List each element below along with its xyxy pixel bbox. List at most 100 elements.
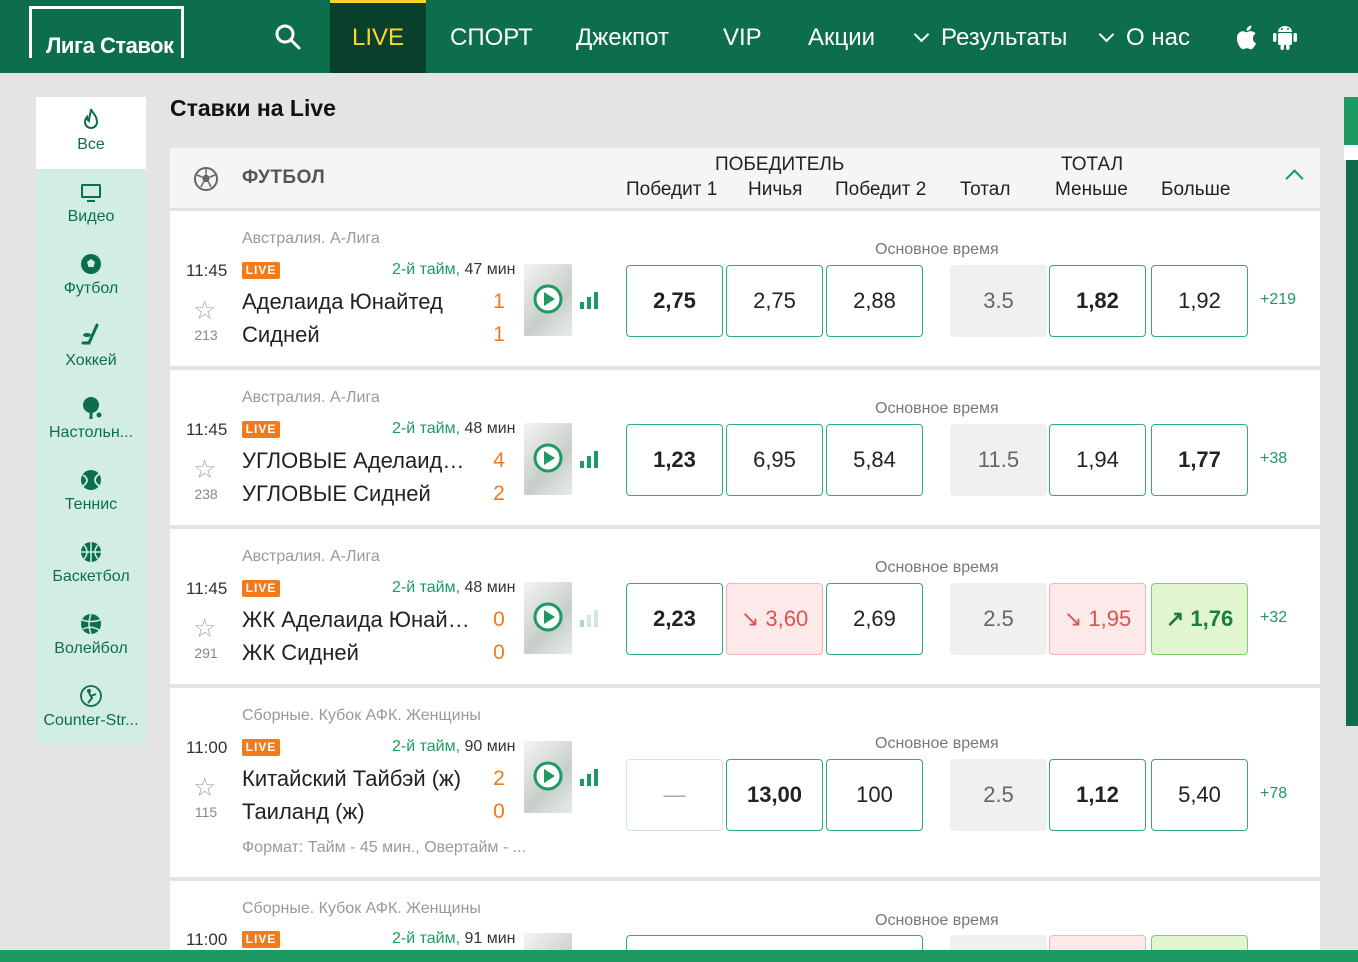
nav-promotions[interactable]: Акции — [808, 0, 875, 73]
sidebar-item-table-tennis[interactable]: Настольн... — [36, 385, 146, 457]
match-time: 11:45 — [186, 261, 228, 280]
team-home[interactable]: Китайский Тайбэй (ж) — [242, 766, 474, 792]
basketball-icon — [81, 542, 101, 562]
table-tennis-icon — [83, 397, 102, 419]
play-icon[interactable] — [532, 442, 564, 474]
odd-win1[interactable]: 1,23 — [626, 424, 723, 496]
sidebar-item-tennis[interactable]: Теннис — [36, 457, 146, 529]
odd-draw[interactable]: ↘ 3,60 — [726, 583, 823, 655]
video-thumbnail[interactable] — [524, 933, 572, 950]
stats-bars-icon[interactable] — [578, 767, 602, 787]
nav-vip[interactable]: VIP — [723, 0, 762, 73]
league-name: Австралия. А-Лига — [242, 230, 380, 247]
odd-win2[interactable]: 2,88 — [826, 265, 923, 337]
favorite-count: 238 — [194, 486, 218, 502]
favorite-count: 115 — [194, 804, 218, 820]
team-home[interactable]: УГЛОВЫЕ Аделаида Юнайтед — [242, 448, 474, 474]
android-icon[interactable] — [1271, 22, 1299, 52]
odd-under[interactable]: 1,82 — [1049, 265, 1146, 337]
match-time: 11:00 — [186, 930, 228, 949]
live-badge: LIVE — [242, 931, 280, 948]
odd-win1: — — [626, 759, 723, 831]
league-name: Австралия. А-Лига — [242, 548, 380, 565]
stats-bars-icon[interactable] — [578, 290, 602, 310]
sidebar-item-hockey[interactable]: Хоккей — [36, 313, 146, 385]
nav-jackpot[interactable]: Джекпот — [576, 0, 669, 73]
sidebar-item-label: Видео — [67, 208, 115, 225]
team-away[interactable]: Сидней — [242, 322, 474, 348]
odd-cell[interactable] — [626, 935, 923, 950]
odd-win2[interactable]: 100 — [826, 759, 923, 831]
team-home[interactable]: Аделаида Юнайтед — [242, 289, 474, 315]
odd-draw[interactable]: 6,95 — [726, 424, 823, 496]
odd-under[interactable]: ↘ 1,95 — [1049, 583, 1146, 655]
more-markets-link[interactable]: +38 — [1260, 450, 1287, 468]
sidebar-item-label: Хоккей — [65, 352, 117, 369]
tennis-ball-icon — [81, 470, 101, 490]
nav-results-label: Результаты — [941, 24, 1068, 51]
column-header: Меньше — [1055, 179, 1128, 200]
team-away[interactable]: ЖК Сидней — [242, 640, 474, 666]
logo[interactable]: Лига Ставок — [29, 6, 184, 58]
team-home[interactable]: ЖК Аделаида Юнайтед — [242, 607, 474, 633]
sidebar-item-video[interactable]: Видео — [36, 169, 146, 241]
stats-bars-icon[interactable] — [578, 449, 602, 469]
sidebar-item-all[interactable]: Все — [36, 97, 146, 169]
sidebar-item-counter-strike[interactable]: Counter-Str... — [36, 673, 146, 745]
nav-live[interactable]: LIVE — [330, 0, 426, 73]
odd-win1[interactable]: 2,75 — [626, 265, 723, 337]
sidebar-item-label: Настольн... — [49, 424, 133, 441]
team-away[interactable]: Таиланд (ж) — [242, 799, 474, 825]
hockey-icon — [81, 323, 99, 345]
more-markets-link[interactable]: +78 — [1260, 785, 1287, 803]
column-header: Победит 2 — [835, 179, 927, 200]
favorite-star-icon[interactable]: ☆ — [193, 456, 216, 482]
sidebar-item-football[interactable]: Футбол — [36, 241, 146, 313]
logo-text: Лига Ставок — [46, 33, 174, 58]
live-badge: LIVE — [242, 262, 280, 279]
play-icon[interactable] — [532, 283, 564, 315]
column-header: Тотал — [960, 179, 1011, 200]
odd-under[interactable]: 1,94 — [1049, 424, 1146, 496]
odd-cell[interactable] — [1049, 935, 1146, 950]
odd-over[interactable]: 1,77 — [1151, 424, 1248, 496]
favorite-star-icon[interactable]: ☆ — [193, 297, 216, 323]
total-value: 2.5 — [950, 583, 1047, 655]
total-value — [950, 935, 1047, 950]
total-group-header: ТОТАЛ — [1061, 154, 1124, 175]
odd-over[interactable]: ↗ 1,76 — [1151, 583, 1248, 655]
match-period: 2-й тайм, 91 мин — [392, 930, 516, 948]
odd-win2[interactable]: 5,84 — [826, 424, 923, 496]
search-icon[interactable] — [273, 22, 303, 52]
apple-icon[interactable] — [1234, 22, 1262, 52]
more-markets-link[interactable]: +219 — [1260, 291, 1296, 309]
more-markets-link[interactable]: +32 — [1260, 609, 1287, 627]
odd-over[interactable]: 1,92 — [1151, 265, 1248, 337]
nav-about[interactable]: О нас — [1098, 0, 1190, 73]
sidebar-item-label: Волейбол — [54, 640, 128, 657]
sidebar-item-volleyball[interactable]: Волейбол — [36, 601, 146, 673]
odd-cell[interactable] — [1151, 935, 1248, 950]
odd-draw[interactable]: 13,00 — [726, 759, 823, 831]
match-time: 11:45 — [186, 420, 228, 439]
sidebar-item-basketball[interactable]: Баскетбол — [36, 529, 146, 601]
live-badge: LIVE — [242, 739, 280, 756]
odd-over[interactable]: 5,40 — [1151, 759, 1248, 831]
play-icon[interactable] — [532, 601, 564, 633]
match-row: Австралия. А-Лига 11:45 LIVE 2-й тайм, 4… — [170, 211, 1320, 366]
favorite-star-icon[interactable]: ☆ — [193, 615, 216, 641]
odd-win1[interactable]: 2,23 — [626, 583, 723, 655]
team-away[interactable]: УГЛОВЫЕ Сидней — [242, 481, 474, 507]
nav-sport[interactable]: СПОРТ — [450, 0, 533, 73]
favorite-star-icon[interactable]: ☆ — [193, 774, 216, 800]
nav-results[interactable]: Результаты — [913, 0, 1068, 73]
odd-win2[interactable]: 2,69 — [826, 583, 923, 655]
chevron-up-icon[interactable] — [1285, 169, 1304, 188]
sport-name: ФУТБОЛ — [242, 167, 326, 188]
odd-draw[interactable]: 2,75 — [726, 265, 823, 337]
stats-bars-icon[interactable] — [578, 608, 602, 628]
league-name: Сборные. Кубок АФК. Женщины — [242, 707, 481, 724]
play-icon[interactable] — [532, 760, 564, 792]
sidebar-item-label: Все — [77, 136, 105, 153]
odd-under[interactable]: 1,12 — [1049, 759, 1146, 831]
